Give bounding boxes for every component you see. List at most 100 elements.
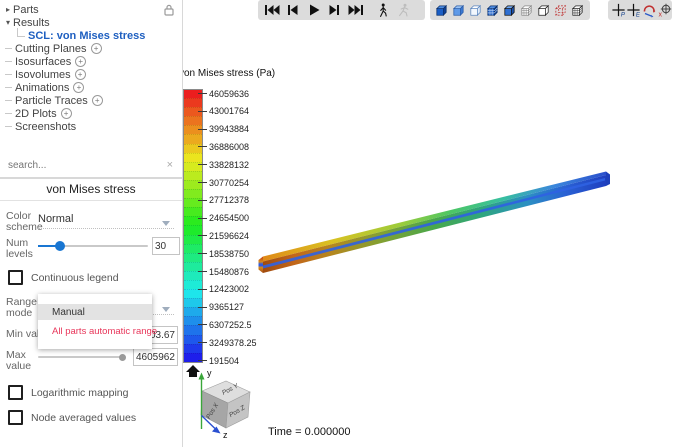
legend-band xyxy=(184,298,202,307)
legend-band xyxy=(184,316,202,325)
cube-dashed-wireframe-button[interactable] xyxy=(552,1,569,19)
tree-item-screenshots[interactable]: Screenshots xyxy=(0,120,76,133)
legend-band xyxy=(184,153,202,162)
cube-shaded-edges-button[interactable] xyxy=(501,1,518,19)
add-icon[interactable]: + xyxy=(91,43,102,54)
legend-band xyxy=(184,325,202,334)
max-value-slider[interactable] xyxy=(38,351,126,363)
chevron-down-icon[interactable] xyxy=(162,307,170,312)
cube-hidden-line-button[interactable] xyxy=(535,1,552,19)
transform-rotate-button[interactable] xyxy=(641,1,657,19)
chevron-down-icon[interactable]: ▾ xyxy=(3,18,13,27)
tree-branch-line xyxy=(5,87,12,88)
tree-item-isosurfaces[interactable]: Isosurfaces+ xyxy=(0,55,86,68)
node-averaged-label: Node averaged values xyxy=(31,412,136,424)
step-back-button[interactable] xyxy=(282,1,303,19)
pick-part-button[interactable]: P xyxy=(611,1,626,19)
tree-item-particle-traces[interactable]: Particle Traces+ xyxy=(0,94,103,107)
walk-person-button[interactable] xyxy=(372,1,393,19)
legend-band xyxy=(184,271,202,280)
legend-color-bar[interactable] xyxy=(183,89,203,363)
logarithmic-mapping-checkbox[interactable] xyxy=(8,385,23,400)
pick-element-button[interactable]: E xyxy=(626,1,641,19)
add-icon[interactable]: + xyxy=(75,69,86,80)
panel-title: von Mises stress xyxy=(0,179,182,201)
center-of-transform-button[interactable]: x xyxy=(657,1,673,19)
legend-band xyxy=(184,280,202,289)
search-bar: × xyxy=(0,157,182,177)
color-scheme-underline xyxy=(38,228,174,229)
tree-item-cutting-planes[interactable]: Cutting Planes+ xyxy=(0,42,102,55)
option-all-parts-automatic-range[interactable]: All parts automatic range xyxy=(38,323,152,339)
continuous-legend-label: Continuous legend xyxy=(31,272,119,284)
cube-wire-mesh-button[interactable] xyxy=(569,1,586,19)
add-icon[interactable]: + xyxy=(92,95,103,106)
chevron-right-icon[interactable]: ▸ xyxy=(3,5,13,14)
legend-band xyxy=(184,125,202,134)
clear-search-icon[interactable]: × xyxy=(167,159,173,171)
range-mode-dropdown: Manual All parts automatic range xyxy=(38,294,152,349)
tree-branch-line xyxy=(5,74,12,75)
tree-item-isovolumes[interactable]: Isovolumes+ xyxy=(0,68,86,81)
tree-branch-line xyxy=(17,28,25,37)
tree-branch-line xyxy=(5,126,12,127)
legend-band xyxy=(184,180,202,189)
playback-toolbar xyxy=(258,0,425,20)
skip-to-end-button[interactable] xyxy=(345,1,366,19)
tree-branch-line xyxy=(5,113,12,114)
legend-band xyxy=(184,90,202,98)
scene-tree-panel: ▸Parts▾ResultsSCL: von Mises stressCutti… xyxy=(0,0,183,178)
step-forward-button[interactable] xyxy=(324,1,345,19)
max-value-input[interactable] xyxy=(133,348,178,366)
tree-item-animations[interactable]: Animations+ xyxy=(0,81,84,94)
chevron-down-icon[interactable] xyxy=(162,221,170,226)
variable-properties-panel: von Mises stress Color scheme Normal Num… xyxy=(0,178,183,447)
logarithmic-mapping-label: Logarithmic mapping xyxy=(31,387,128,399)
legend-band xyxy=(184,344,202,353)
view-mode-toolbar xyxy=(430,0,590,20)
legend-band xyxy=(184,262,202,271)
legend-band xyxy=(184,225,202,234)
legend-band xyxy=(184,162,202,171)
legend-band xyxy=(184,307,202,316)
legend-band xyxy=(184,171,202,180)
cube-shaded-mesh-button[interactable] xyxy=(484,1,501,19)
option-manual[interactable]: Manual xyxy=(38,304,152,320)
legend-band xyxy=(184,207,202,216)
cube-solid-button[interactable] xyxy=(433,1,450,19)
node-averaged-checkbox[interactable] xyxy=(8,410,23,425)
legend-band xyxy=(184,98,202,107)
pick-tools-toolbar: PEx xyxy=(608,0,672,20)
continuous-legend-checkbox[interactable] xyxy=(8,270,23,285)
color-scheme-select[interactable]: Normal xyxy=(38,213,73,225)
tree-branch-line xyxy=(5,100,12,101)
play-button[interactable] xyxy=(303,1,324,19)
tree-item-scl-von-mises-stress[interactable]: SCL: von Mises stress xyxy=(0,29,145,42)
search-input[interactable] xyxy=(6,159,155,172)
3d-viewport[interactable] xyxy=(183,21,690,447)
legend-title: von Mises stress (Pa) xyxy=(179,68,275,79)
run-person-button[interactable] xyxy=(393,1,414,19)
tree-item-2d-plots[interactable]: 2D Plots+ xyxy=(0,107,72,120)
cube-transparent-button[interactable] xyxy=(467,1,484,19)
tree-item-parts[interactable]: ▸Parts xyxy=(0,3,39,16)
legend-band xyxy=(184,107,202,116)
legend-band xyxy=(184,144,202,153)
legend-band xyxy=(184,198,202,207)
tree-branch-line xyxy=(5,61,12,62)
legend-band xyxy=(184,289,202,298)
lock-icon[interactable] xyxy=(164,4,174,16)
cube-gouraud-button[interactable] xyxy=(450,1,467,19)
add-icon[interactable]: + xyxy=(61,108,72,119)
legend-band xyxy=(184,335,202,344)
legend-band xyxy=(184,216,202,225)
cube-mesh-button[interactable] xyxy=(518,1,535,19)
add-icon[interactable]: + xyxy=(73,82,84,93)
num-levels-input[interactable] xyxy=(152,237,180,255)
tree-branch-line xyxy=(5,48,12,49)
add-icon[interactable]: + xyxy=(75,56,86,67)
num-levels-slider[interactable] xyxy=(38,240,148,252)
skip-to-start-button[interactable] xyxy=(261,1,282,19)
svg-text:x: x xyxy=(659,12,663,19)
time-readout: Time = 0.000000 xyxy=(268,426,350,438)
